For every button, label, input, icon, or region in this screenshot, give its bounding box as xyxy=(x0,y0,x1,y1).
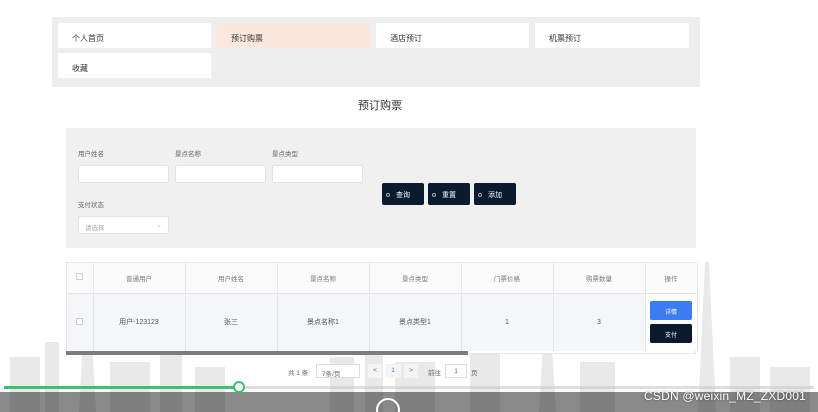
pager-page-unit: 页 xyxy=(471,370,478,377)
row-select[interactable] xyxy=(67,293,94,351)
header-spot-type: 景点类型 xyxy=(369,263,462,294)
checkbox[interactable] xyxy=(76,317,84,325)
table-horizontal-scrollbar[interactable] xyxy=(66,351,468,355)
reset-button-label: 重置 xyxy=(442,192,456,199)
cell-actions: 详情 支付 xyxy=(645,293,698,351)
spot-name-input[interactable] xyxy=(175,165,266,183)
nav-item-flight-booking[interactable]: 机票预订 xyxy=(535,23,689,48)
table-row: 用户-123123 张三 景点名称1 景点类型1 1 3 详情 支付 xyxy=(67,293,698,351)
pay-status-label: 支付状态 xyxy=(78,202,104,209)
cell-spot-name: 景点名称1 xyxy=(277,293,370,351)
cell-spot-type: 景点类型1 xyxy=(369,293,462,351)
ripple-dot-icon xyxy=(478,193,482,197)
pager-current-page[interactable]: 1 xyxy=(385,364,401,378)
add-button-label: 添加 xyxy=(488,192,502,199)
spot-type-label: 景点类型 xyxy=(272,151,298,158)
ripple-dot-icon xyxy=(432,193,436,197)
header-name: 用户姓名 xyxy=(185,263,278,294)
video-progress-handle[interactable] xyxy=(233,381,245,393)
pay-button[interactable]: 支付 xyxy=(650,324,692,344)
username-label: 用户姓名 xyxy=(78,151,104,158)
cell-qty: 3 xyxy=(553,293,646,351)
checkbox[interactable] xyxy=(76,273,84,281)
cell-name: 张三 xyxy=(185,293,278,351)
pager-next-button[interactable]: > xyxy=(404,364,418,378)
top-nav: 个人首页 预订购票 酒店预订 机票预订 收藏 xyxy=(52,17,700,87)
username-input[interactable] xyxy=(78,165,169,183)
query-button-label: 查询 xyxy=(396,192,410,199)
watermark: CSDN @weixin_MZ_ZXD001 xyxy=(644,389,806,403)
spot-type-input[interactable] xyxy=(272,165,363,183)
pager-goto-label: 前往 xyxy=(428,370,441,377)
query-button[interactable]: 查询 xyxy=(382,183,424,205)
pager-total: 共 1 条 xyxy=(288,370,309,377)
pager-prev-button[interactable]: < xyxy=(368,364,382,378)
add-button[interactable]: 添加 xyxy=(474,183,516,205)
ripple-dot-icon xyxy=(386,193,390,197)
nav-item-ticket-booking[interactable]: 预订购票 xyxy=(217,23,370,48)
header-select-all[interactable] xyxy=(67,263,94,294)
spot-name-label: 景点名称 xyxy=(175,151,201,158)
header-qty: 购票数量 xyxy=(553,263,646,294)
pay-status-select[interactable]: 请选择 ⌄ xyxy=(78,216,169,234)
page-title: 预订购票 xyxy=(358,100,402,112)
nav-item-home[interactable]: 个人首页 xyxy=(58,23,211,48)
pager-goto-input[interactable]: 1 xyxy=(445,364,467,378)
pager-size-select[interactable]: 7条/页 xyxy=(316,364,360,378)
header-actions: 操作 xyxy=(645,263,698,294)
detail-button[interactable]: 详情 xyxy=(650,301,692,321)
cell-price: 1 xyxy=(461,293,554,351)
ticket-table: 普通用户 用户姓名 景点名称 景点类型 门票价格 购票数量 操作 用户-1231… xyxy=(66,262,698,354)
reset-button[interactable]: 重置 xyxy=(428,183,470,205)
header-user: 普通用户 xyxy=(93,263,186,294)
table-header-row: 普通用户 用户姓名 景点名称 景点类型 门票价格 购票数量 操作 xyxy=(67,263,698,294)
chevron-down-icon: ⌄ xyxy=(156,222,162,229)
header-spot-name: 景点名称 xyxy=(277,263,370,294)
header-price: 门票价格 xyxy=(461,263,554,294)
nav-item-hotel-booking[interactable]: 酒店预订 xyxy=(376,23,529,48)
nav-item-favorites[interactable]: 收藏 xyxy=(58,53,211,78)
pay-status-placeholder: 请选择 xyxy=(85,225,105,232)
cell-user: 用户-123123 xyxy=(93,293,186,351)
search-panel: 用户姓名 景点名称 景点类型 支付状态 请选择 ⌄ 查询 重置 添加 xyxy=(66,128,696,248)
video-progress-fill xyxy=(4,386,239,389)
